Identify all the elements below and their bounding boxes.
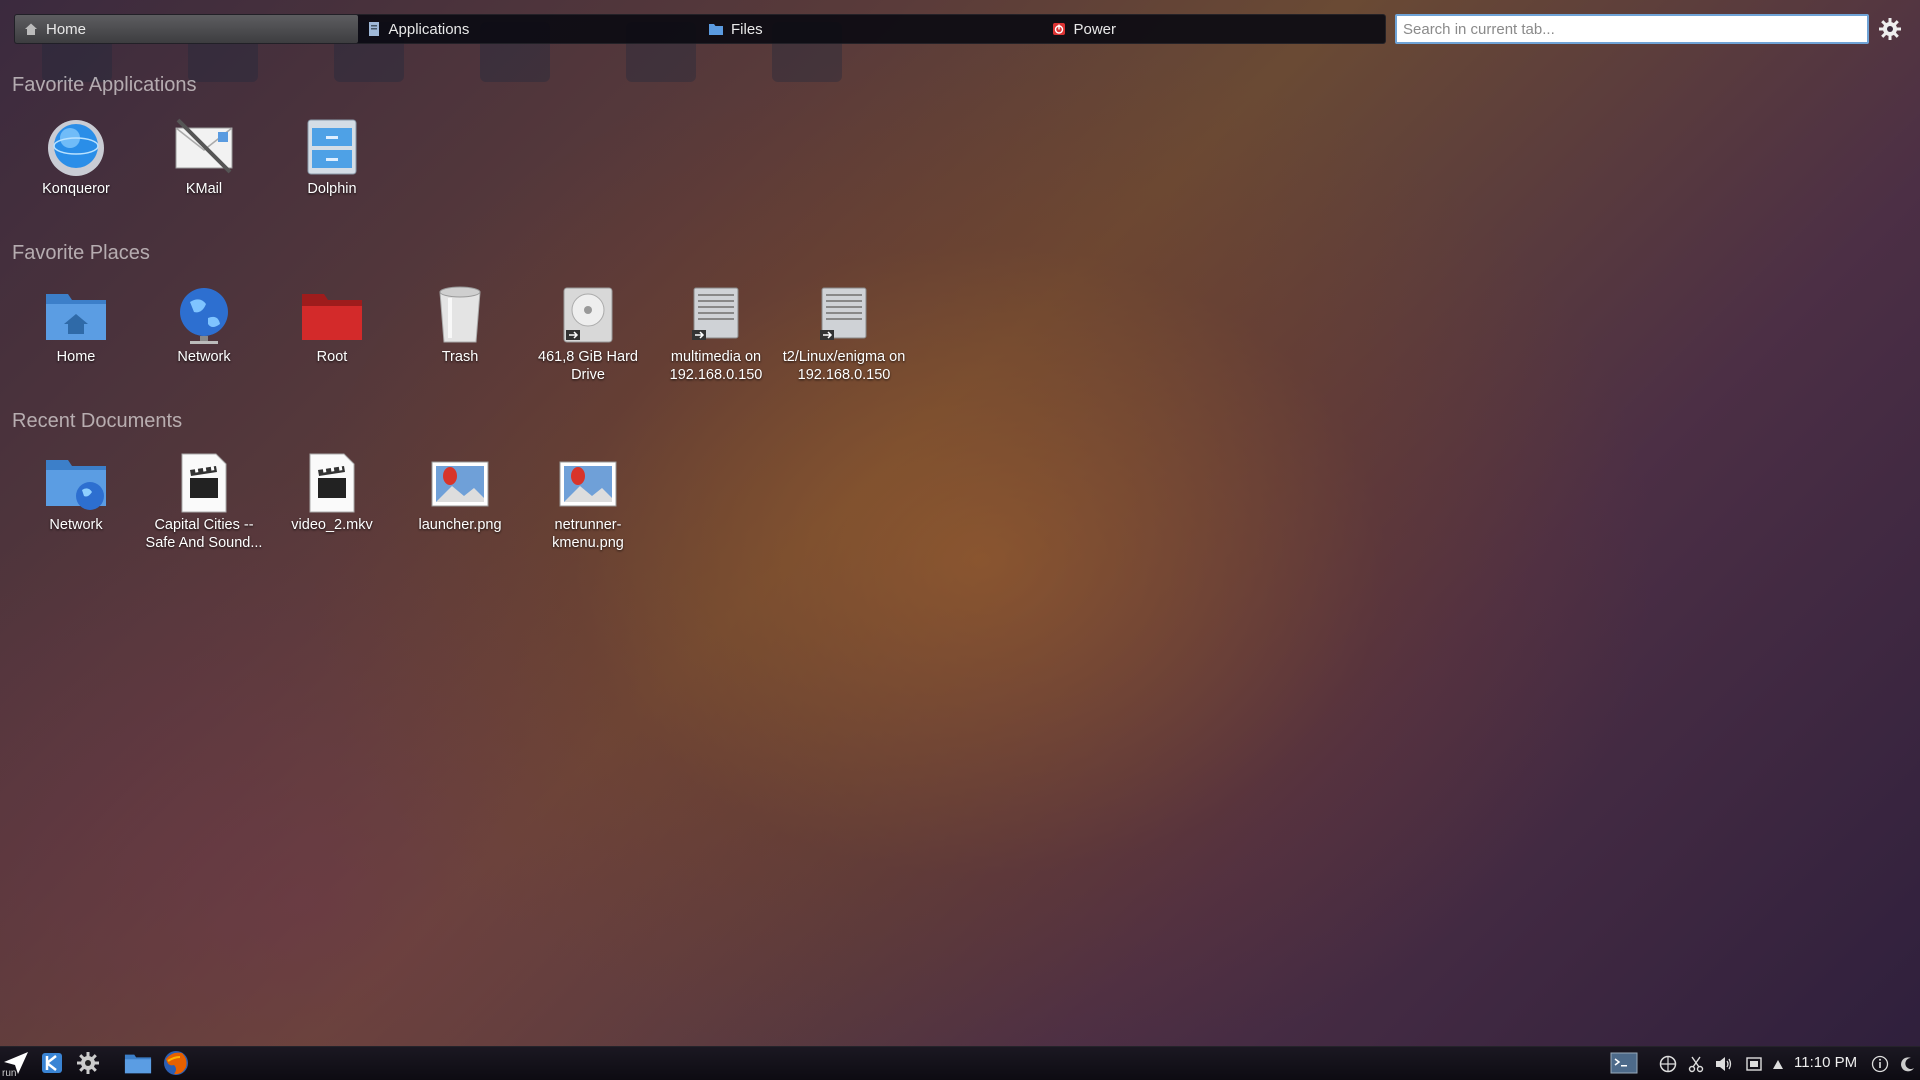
- power-icon: [1051, 21, 1067, 37]
- item-label: Network: [177, 349, 231, 365]
- run-label: run: [2, 1068, 17, 1079]
- image-file-icon: [556, 452, 620, 514]
- recent-launcher-png[interactable]: launcher.png: [396, 452, 524, 552]
- network-globe-icon: [172, 284, 236, 346]
- recent-netrunner-kmenu-png[interactable]: netrunner-kmenu.png: [524, 452, 652, 552]
- section-title-recent-documents: Recent Documents: [12, 410, 183, 432]
- place-hard-drive[interactable]: 461,8 GiB Hard Drive: [524, 284, 652, 384]
- network-server-icon: [812, 284, 876, 346]
- video-file-icon: [300, 452, 364, 514]
- section-title-favorite-places: Favorite Places: [12, 242, 150, 264]
- terminal-icon[interactable]: [1610, 1049, 1638, 1077]
- tab-applications[interactable]: Applications: [358, 15, 701, 43]
- launcher-tab-bar: Home Applications Files Power: [14, 14, 1386, 44]
- favorite-places-row: Home Network Root Trash 461,8 GiB Hard D…: [12, 284, 908, 384]
- item-label: Capital Cities -- Safe And Sound...: [145, 517, 263, 551]
- item-label: t2/Linux/enigma on 192.168.0.150: [782, 349, 906, 383]
- firefox-icon[interactable]: [162, 1049, 190, 1077]
- place-home[interactable]: Home: [12, 284, 140, 384]
- moon-icon[interactable]: [1898, 1054, 1918, 1074]
- home-icon: [23, 21, 39, 37]
- file-manager-icon[interactable]: [124, 1049, 152, 1077]
- image-file-icon: [428, 452, 492, 514]
- kmail-icon: [172, 116, 236, 178]
- item-label: Root: [316, 349, 348, 365]
- dolphin-icon: [300, 116, 364, 178]
- item-label: multimedia on 192.168.0.150: [669, 349, 763, 383]
- system-settings-icon[interactable]: [74, 1049, 102, 1077]
- item-label: netrunner-kmenu.png: [552, 517, 624, 551]
- konqueror-icon: [44, 116, 108, 178]
- recent-documents-row: Network Capital Cities -- Safe And Sound…: [12, 452, 652, 552]
- favorite-applications-row: Konqueror KMail Dolphin: [12, 116, 396, 198]
- tab-applications-label: Applications: [388, 20, 470, 38]
- tab-power-label: Power: [1073, 20, 1117, 38]
- tab-home-label: Home: [46, 20, 87, 38]
- clipboard-scissors-icon[interactable]: [1686, 1054, 1706, 1074]
- section-title-favorite-applications: Favorite Applications: [12, 74, 197, 96]
- tab-power[interactable]: Power: [1043, 15, 1386, 43]
- item-label: launcher.png: [418, 517, 502, 533]
- network-server-icon: [684, 284, 748, 346]
- item-label: Network: [49, 517, 103, 533]
- item-label: video_2.mkv: [291, 517, 373, 533]
- place-trash[interactable]: Trash: [396, 284, 524, 384]
- favorite-app-konqueror[interactable]: Konqueror: [12, 116, 140, 198]
- favorite-app-dolphin[interactable]: Dolphin: [268, 116, 396, 198]
- recent-video-2[interactable]: video_2.mkv: [268, 452, 396, 552]
- clock[interactable]: 11:10 PM: [1794, 1054, 1857, 1071]
- show-hidden-tray-icon[interactable]: [1768, 1054, 1788, 1074]
- kde-menu-icon[interactable]: [38, 1049, 66, 1077]
- recent-network[interactable]: Network: [12, 452, 140, 552]
- item-label: Home: [56, 349, 96, 365]
- tab-files-label: Files: [731, 20, 763, 38]
- place-network[interactable]: Network: [140, 284, 268, 384]
- item-label: KMail: [185, 181, 223, 197]
- network-status-icon[interactable]: [1658, 1054, 1678, 1074]
- item-label: Konqueror: [42, 181, 110, 197]
- tab-files[interactable]: Files: [700, 15, 1043, 43]
- recent-capital-cities[interactable]: Capital Cities -- Safe And Sound...: [140, 452, 268, 552]
- applications-icon: [366, 21, 382, 37]
- item-label: 461,8 GiB Hard Drive: [538, 349, 638, 383]
- place-enigma[interactable]: t2/Linux/enigma on 192.168.0.150: [780, 284, 908, 384]
- home-folder-icon: [44, 284, 108, 346]
- root-folder-icon: [300, 284, 364, 346]
- trash-icon: [428, 284, 492, 346]
- info-icon[interactable]: [1870, 1054, 1890, 1074]
- folder-icon: [708, 21, 724, 37]
- hard-drive-icon: [556, 284, 620, 346]
- place-root[interactable]: Root: [268, 284, 396, 384]
- search-input[interactable]: [1395, 14, 1869, 44]
- item-label: Trash: [441, 349, 479, 365]
- device-notifier-icon[interactable]: [1744, 1054, 1764, 1074]
- item-label: Dolphin: [307, 181, 357, 197]
- volume-icon[interactable]: [1714, 1054, 1734, 1074]
- network-folder-icon: [44, 452, 108, 514]
- settings-gear-icon[interactable]: [1877, 16, 1903, 42]
- video-file-icon: [172, 452, 236, 514]
- favorite-app-kmail[interactable]: KMail: [140, 116, 268, 198]
- place-multimedia[interactable]: multimedia on 192.168.0.150: [652, 284, 780, 384]
- tab-home[interactable]: Home: [15, 15, 358, 43]
